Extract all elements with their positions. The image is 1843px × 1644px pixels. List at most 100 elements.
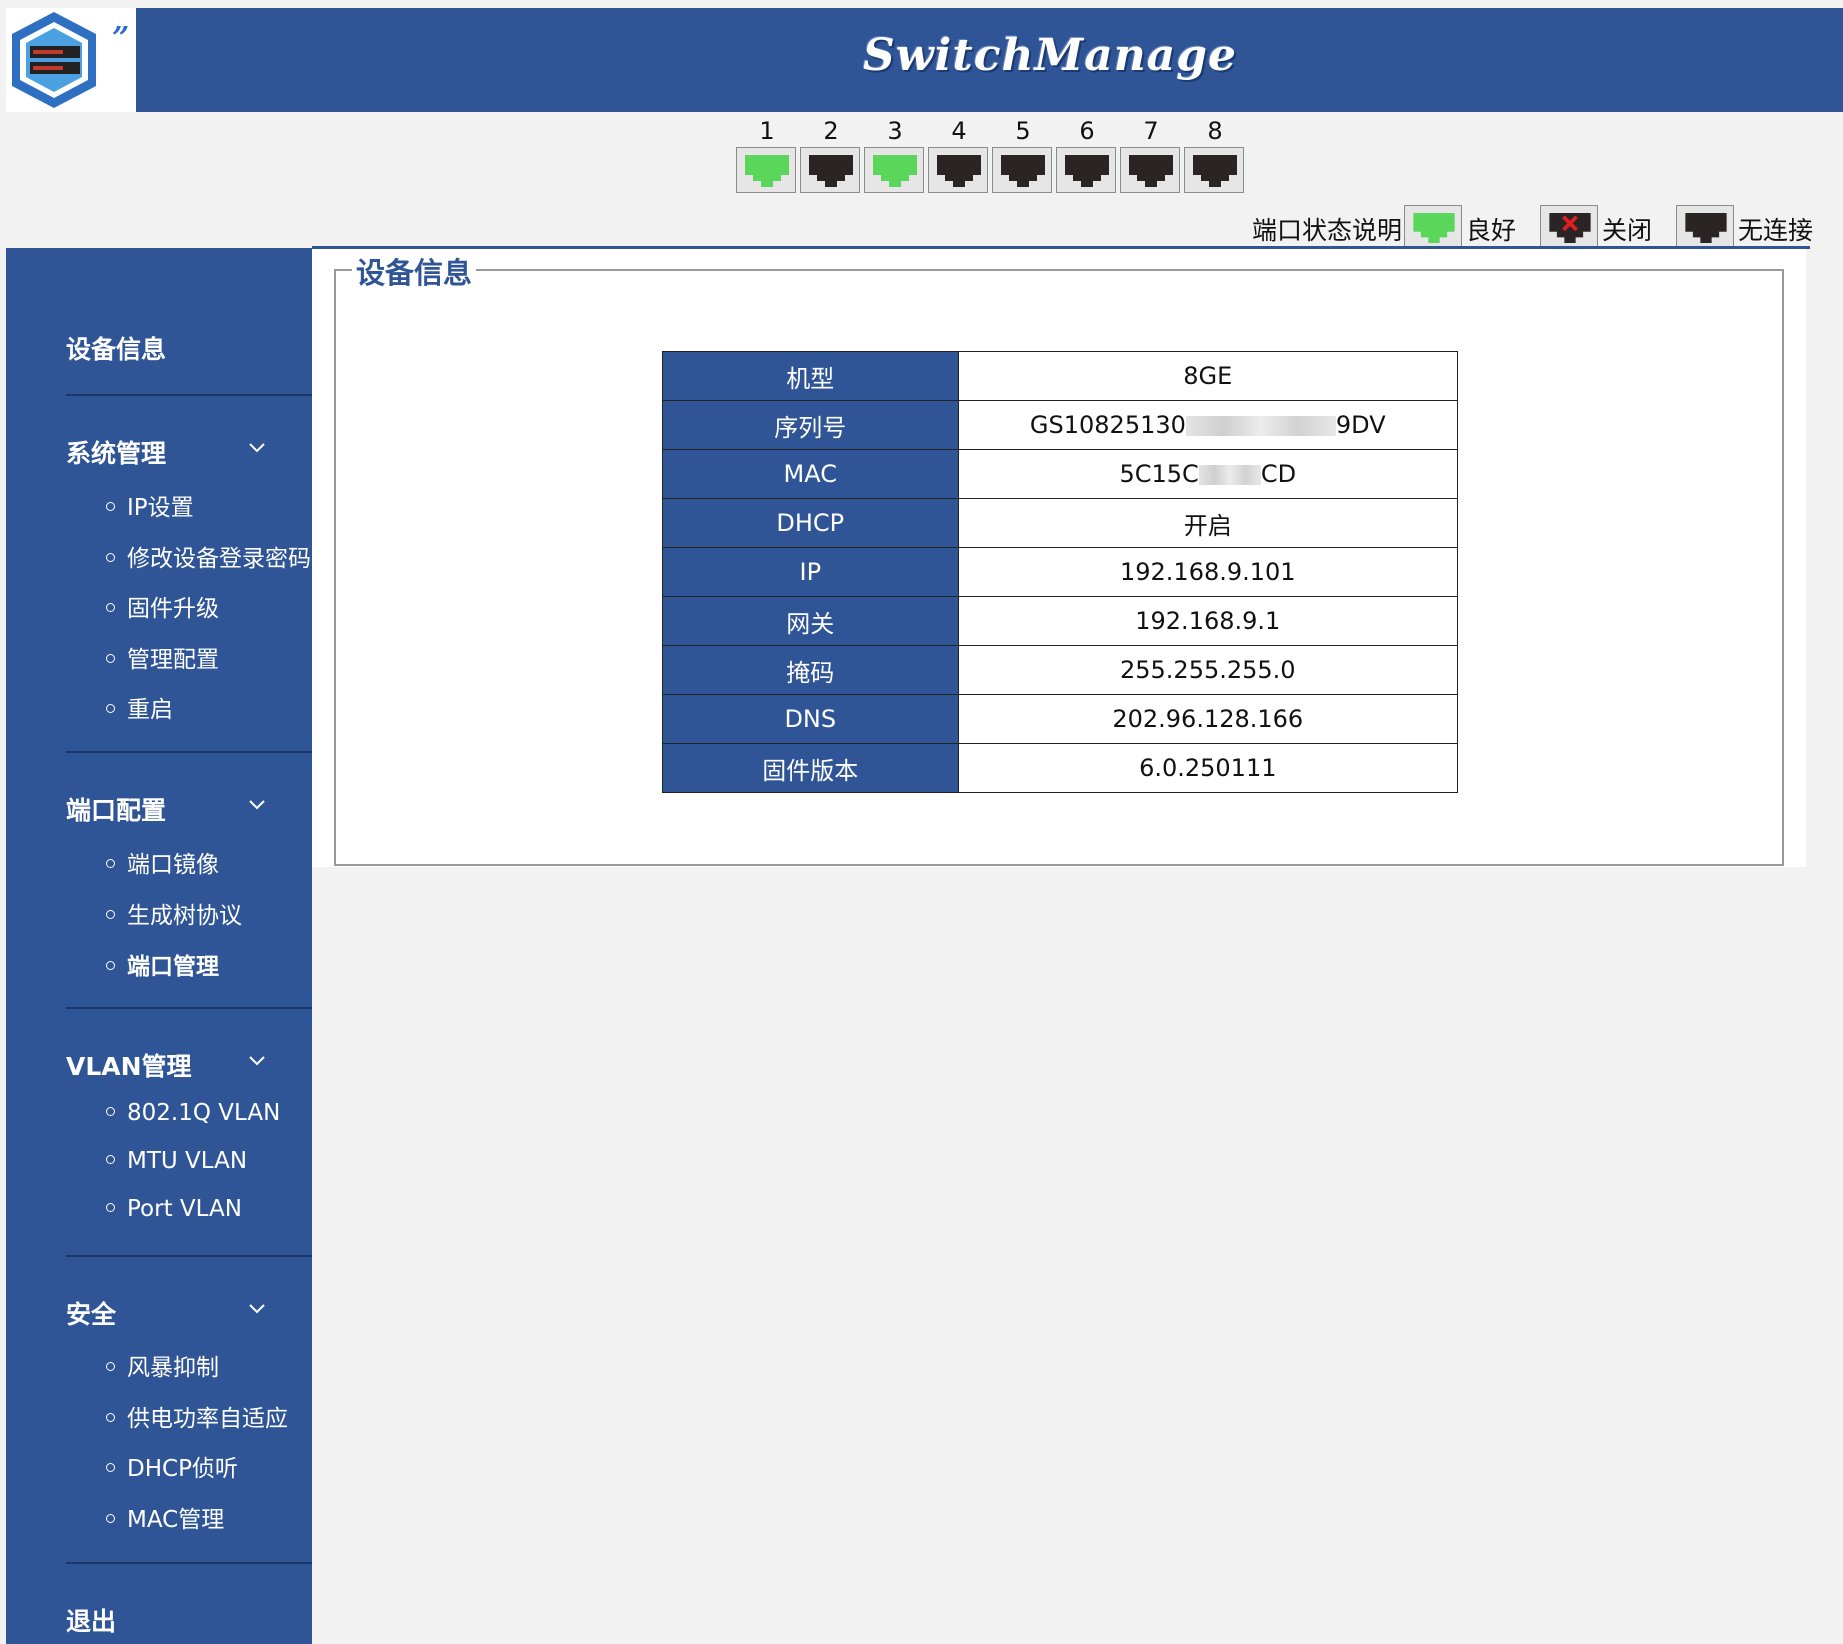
switch-logo-icon: ” <box>12 12 129 108</box>
sidebar-section-security[interactable]: 安全 <box>66 1295 316 1331</box>
sidebar-item-firmware-upgrade[interactable]: 固件升级 <box>106 589 219 623</box>
port-5[interactable]: 5 <box>992 115 1054 193</box>
sidebar-section-port-config[interactable]: 端口配置 <box>66 791 316 827</box>
sidebar-item-device-info[interactable]: 设备信息 <box>66 330 316 366</box>
port-6[interactable]: 6 <box>1056 115 1118 193</box>
bullet-icon <box>106 910 115 919</box>
mac-visible-suffix: CD <box>1260 460 1297 488</box>
sidebar-item-8021q-vlan[interactable]: 802.1Q VLAN <box>106 1100 280 1126</box>
bullet-icon <box>106 1155 115 1164</box>
port-number: 8 <box>1207 117 1223 145</box>
row-key: 机型 <box>662 351 959 401</box>
device-info-table: 机型 8GE 序列号 GS10825130 9DV MAC 5C15C CD DHC… <box>662 351 1459 793</box>
ethernet-port-active-icon <box>864 147 924 193</box>
row-value: 255.255.255.0 <box>957 645 1459 695</box>
chevron-down-icon <box>249 1304 265 1314</box>
bullet-icon <box>106 1203 115 1212</box>
sidebar-item-logout[interactable]: 退出 <box>66 1602 316 1638</box>
sidebar-divider <box>66 1562 312 1564</box>
bullet-icon <box>106 704 115 713</box>
table-row: MAC 5C15C CD <box>662 449 1459 499</box>
bullet-icon <box>106 1107 115 1116</box>
row-key: DNS <box>662 694 959 744</box>
ethernet-port-active-icon <box>1404 205 1462 249</box>
port-number: 2 <box>823 117 839 145</box>
ethernet-port-inactive-icon <box>1184 147 1244 193</box>
table-row: 网关 192.168.9.1 <box>662 596 1459 646</box>
sidebar-item-port-management[interactable]: 端口管理 <box>106 947 219 981</box>
table-row: 序列号 GS10825130 9DV <box>662 400 1459 450</box>
sidebar-item-config-management[interactable]: 管理配置 <box>106 640 219 674</box>
sidebar-item-mtu-vlan[interactable]: MTU VLAN <box>106 1148 247 1174</box>
port-4[interactable]: 4 <box>928 115 990 193</box>
legend-off-text: 关闭 <box>1602 216 1653 245</box>
bullet-icon <box>106 1463 115 1472</box>
legend-label: 端口状态说明: <box>1252 216 1411 245</box>
legend-good-text: 良好 <box>1466 216 1517 245</box>
port-2[interactable]: 2 <box>800 115 862 193</box>
bullet-icon <box>106 961 115 970</box>
sidebar-divider <box>66 751 312 753</box>
bullet-icon <box>106 1514 115 1523</box>
sidebar-item-reboot[interactable]: 重启 <box>106 690 173 724</box>
port-3[interactable]: 3 <box>864 115 926 193</box>
row-key: IP <box>662 547 959 597</box>
chevron-down-icon <box>249 1056 265 1066</box>
sidebar-divider <box>66 1007 312 1009</box>
serial-visible-suffix: 9DV <box>1335 411 1386 439</box>
bullet-icon <box>106 654 115 663</box>
row-key: 序列号 <box>662 400 959 450</box>
sidebar: 设备信息 系统管理 IP设置 修改设备登录密码 固件升级 管理配置 重启 端口配… <box>6 248 312 1644</box>
ethernet-port-inactive-icon <box>928 147 988 193</box>
bullet-icon <box>106 1362 115 1371</box>
port-8[interactable]: 8 <box>1184 115 1246 193</box>
ethernet-port-inactive-icon <box>1676 205 1734 249</box>
svg-text:”: ” <box>112 21 129 56</box>
table-row: DNS 202.96.128.166 <box>662 694 1459 744</box>
table-row: IP 192.168.9.101 <box>662 547 1459 597</box>
bullet-icon <box>106 553 115 562</box>
port-number: 6 <box>1079 117 1095 145</box>
sidebar-section-system[interactable]: 系统管理 <box>66 434 316 470</box>
sidebar-item-dhcp-snooping[interactable]: DHCP侦听 <box>106 1449 238 1483</box>
row-key: 固件版本 <box>662 743 959 793</box>
sidebar-item-mac-management[interactable]: MAC管理 <box>106 1500 224 1534</box>
port-1[interactable]: 1 <box>736 115 798 193</box>
table-row: 机型 8GE <box>662 351 1459 401</box>
port-7[interactable]: 7 <box>1120 115 1182 193</box>
sidebar-item-ip-settings[interactable]: IP设置 <box>106 488 194 522</box>
table-row: 固件版本 6.0.250111 <box>662 743 1459 793</box>
sidebar-item-port-vlan[interactable]: Port VLAN <box>106 1196 242 1222</box>
port-number: 3 <box>887 117 903 145</box>
sidebar-item-port-mirror[interactable]: 端口镜像 <box>106 845 219 879</box>
row-value: 5C15C CD <box>957 449 1459 499</box>
sidebar-item-change-password[interactable]: 修改设备登录密码 <box>106 539 311 573</box>
logo: ” <box>6 8 136 112</box>
ethernet-port-inactive-icon <box>992 147 1052 193</box>
row-value: 6.0.250111 <box>957 743 1459 793</box>
app-title: SwitchManage <box>863 30 1237 81</box>
legend-no-link-text: 无连接 <box>1738 216 1814 245</box>
bullet-icon <box>106 603 115 612</box>
port-number: 1 <box>759 117 775 145</box>
table-row: 掩码 255.255.255.0 <box>662 645 1459 695</box>
row-key: 掩码 <box>662 645 959 695</box>
row-key: 网关 <box>662 596 959 646</box>
ethernet-port-inactive-icon <box>800 147 860 193</box>
sidebar-item-poe-adaptive[interactable]: 供电功率自适应 <box>106 1399 288 1433</box>
port-number: 4 <box>951 117 967 145</box>
redacted-blur <box>1185 416 1336 436</box>
port-number: 5 <box>1015 117 1031 145</box>
sidebar-section-label: 安全 <box>66 1300 117 1329</box>
row-value: 开启 <box>957 498 1459 548</box>
bullet-icon <box>106 502 115 511</box>
sidebar-section-label: 系统管理 <box>66 439 167 468</box>
sidebar-item-storm-control[interactable]: 风暴抑制 <box>106 1348 219 1382</box>
row-key: DHCP <box>662 498 959 548</box>
mac-visible-prefix: 5C15C <box>1119 460 1199 488</box>
chevron-down-icon <box>249 443 265 453</box>
sidebar-item-spanning-tree[interactable]: 生成树协议 <box>106 896 242 930</box>
row-value: 8GE <box>957 351 1459 401</box>
sidebar-divider <box>66 1255 312 1257</box>
sidebar-section-vlan[interactable]: VLAN管理 <box>66 1047 316 1083</box>
